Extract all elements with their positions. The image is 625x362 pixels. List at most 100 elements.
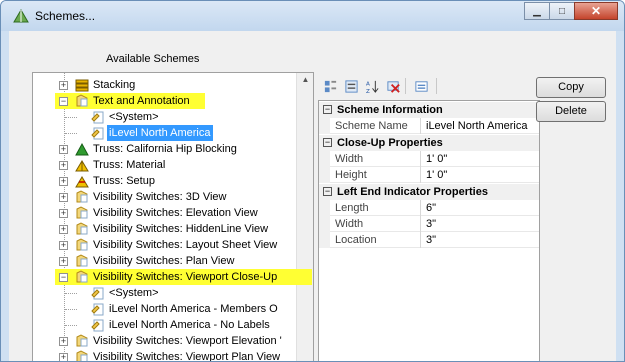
tree-scheme-node[interactable]: iLevel North America - No Labels (33, 317, 295, 333)
tree-category-node[interactable]: + Visibility Switches: Plan View (33, 253, 295, 269)
expand-icon[interactable]: + (59, 161, 68, 170)
svg-text:A: A (365, 81, 369, 87)
tree-node-label: <System> (109, 111, 159, 123)
categorized-icon[interactable] (321, 77, 339, 95)
window-controls: ▁ □ ✕ (524, 2, 618, 20)
property-gutter (319, 232, 330, 249)
folder-scheme-icon (75, 190, 89, 204)
expand-icon[interactable]: + (59, 193, 68, 202)
collapse-icon[interactable]: − (59, 273, 68, 282)
collapse-icon[interactable]: − (323, 186, 332, 196)
tree-category-node[interactable]: + Visibility Switches: HiddenLine View (33, 221, 295, 237)
property-gutter (319, 150, 330, 167)
delete-button[interactable]: Delete (536, 101, 606, 122)
property-row[interactable]: Scheme Name iLevel North America (319, 118, 539, 135)
tree-scheme-node[interactable]: <System> (33, 285, 295, 301)
folder-scheme-icon (75, 270, 89, 284)
window-title: Schemes... (35, 9, 96, 23)
tree-connector-line (65, 133, 77, 134)
tree-category-node[interactable]: + Visibility Switches: Layout Sheet View (33, 237, 295, 253)
tree-category-node[interactable]: + Truss: Material (33, 157, 295, 173)
tree-node-label: <System> (109, 287, 159, 299)
expand-icon[interactable]: + (59, 209, 68, 218)
property-value[interactable]: iLevel North America (426, 118, 528, 134)
tree-node-label: Visibility Switches: 3D View (93, 191, 227, 203)
tree-scheme-node[interactable]: <System> (33, 109, 295, 125)
property-category-row[interactable]: − Left End Indicator Properties (319, 183, 539, 200)
tree-node-label: Truss: Material (93, 159, 166, 171)
tree-category-node[interactable]: + Visibility Switches: Elevation View (33, 205, 295, 221)
truss-setup-icon (75, 174, 89, 188)
folder-scheme-icon (75, 350, 89, 361)
collapse-icon[interactable]: − (59, 97, 68, 106)
tree-category-node[interactable]: − Visibility Switches: Viewport Close-Up (33, 269, 312, 285)
tree-scheme-node[interactable]: iLevel North America - Members O (33, 301, 295, 317)
expand-icon[interactable]: + (59, 81, 68, 90)
tree-category-node[interactable]: + Visibility Switches: Viewport Plan View (33, 349, 295, 362)
property-value[interactable]: 6" (426, 200, 436, 216)
scheme-file-icon (91, 126, 105, 140)
tree-category-node[interactable]: − Text and Annotation (33, 93, 206, 109)
tree-connector-line (65, 309, 77, 310)
scroll-up-arrow-icon[interactable]: ▲ (297, 75, 313, 89)
title-bar[interactable]: Schemes... ▁ □ ✕ (1, 1, 624, 31)
delete-property-icon[interactable] (384, 77, 402, 95)
expand-icon[interactable]: + (59, 145, 68, 154)
property-category-label: Close-Up Properties (337, 136, 443, 149)
tree-vertical-scrollbar[interactable]: ▲ (296, 73, 313, 361)
tree-category-node[interactable]: + Visibility Switches: 3D View (33, 189, 295, 205)
property-gutter (319, 118, 330, 135)
property-value[interactable]: 3" (426, 232, 436, 248)
minimize-button[interactable]: ▁ (524, 2, 550, 20)
copy-button[interactable]: Copy (536, 77, 606, 98)
scheme-file-icon (91, 286, 105, 300)
tree-node-label: Visibility Switches: Viewport Close-Up (91, 269, 280, 285)
property-row[interactable]: Height 1' 0" (319, 167, 539, 184)
tree-connector-line (65, 293, 77, 294)
property-gutter (319, 199, 330, 216)
expand-icon[interactable]: + (59, 241, 68, 250)
property-value[interactable]: 1' 0" (426, 167, 447, 183)
tree-category-node[interactable]: + Visibility Switches: Viewport Elevation… (33, 333, 295, 349)
property-row[interactable]: Width 1' 0" (319, 150, 539, 167)
tree-node-label: Text and Annotation (91, 93, 192, 109)
tree-node-label: Visibility Switches: HiddenLine View (93, 223, 269, 235)
property-row[interactable]: Location 3" (319, 232, 539, 249)
collapse-icon[interactable]: − (323, 105, 332, 114)
toolbar-separator (436, 78, 437, 94)
property-value[interactable]: 1' 0" (426, 151, 447, 167)
property-category-row[interactable]: − Close-Up Properties (319, 134, 539, 151)
expand-icon[interactable]: + (59, 353, 68, 361)
expand-icon[interactable]: + (59, 225, 68, 234)
property-name: Width (335, 150, 421, 167)
sort-az-icon[interactable]: AZ (363, 77, 381, 95)
expand-icon[interactable]: + (59, 337, 68, 346)
tree-category-node[interactable]: + Truss: California Hip Blocking (33, 141, 295, 157)
tree-node-label: iLevel North America - Members O (109, 303, 278, 315)
property-row[interactable]: Length 6" (319, 199, 539, 216)
property-pages-icon[interactable] (412, 77, 430, 95)
property-name: Width (335, 216, 421, 233)
tree-node-label: Visibility Switches: Viewport Plan View (93, 351, 281, 362)
close-button[interactable]: ✕ (574, 2, 618, 20)
tree-scheme-node[interactable]: iLevel North America (33, 125, 295, 141)
collapse-icon[interactable]: − (323, 137, 332, 147)
alphabetical-icon[interactable] (342, 77, 360, 95)
tree-category-node[interactable]: + Truss: Setup (33, 173, 295, 189)
maximize-button[interactable]: □ (549, 2, 575, 20)
expand-icon[interactable]: + (59, 177, 68, 186)
expand-icon[interactable]: + (59, 257, 68, 266)
property-category-row[interactable]: − Scheme Information (319, 102, 539, 118)
tree-node-label: iLevel North America - No Labels (109, 319, 270, 331)
property-value[interactable]: 3" (426, 216, 436, 232)
schemes-tree[interactable]: ▲ + Stacking − Text and Annotation <System> i… (32, 72, 314, 362)
schemes-dialog: Schemes... ▁ □ ✕ Available Schemes ▲ + St… (0, 0, 625, 362)
tree-category-node[interactable]: + Stacking (33, 77, 295, 93)
tree-node-label: Truss: California Hip Blocking (93, 143, 237, 155)
property-category-label: Left End Indicator Properties (337, 185, 488, 198)
tree-node-label: Stacking (93, 79, 136, 91)
tree-node-label: iLevel North America (107, 125, 213, 141)
app-truss-icon (13, 9, 29, 23)
property-grid[interactable]: − Scheme Information Scheme Name iLevel Nor… (318, 100, 540, 361)
property-row[interactable]: Width 3" (319, 216, 539, 233)
